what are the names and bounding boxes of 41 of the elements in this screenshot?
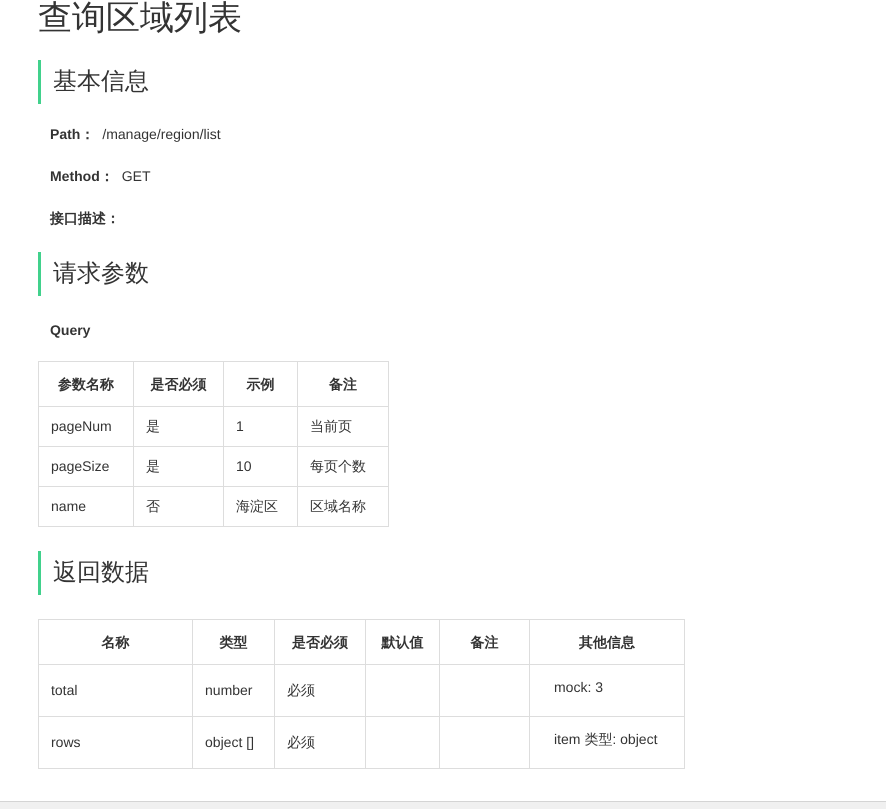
table-cell: 当前页 <box>298 406 388 446</box>
table-cell: 是 <box>134 446 224 486</box>
table-cell: total <box>38 664 192 716</box>
column-header: 备注 <box>440 620 530 664</box>
table-cell: 必须 <box>274 716 366 768</box>
table-cell: 否 <box>134 486 224 526</box>
column-header: 备注 <box>298 362 388 406</box>
field-label: Method： <box>50 167 114 186</box>
field-value: /manage/region/list <box>102 125 221 144</box>
table-cell: pageSize <box>38 446 134 486</box>
column-header: 是否必须 <box>134 362 224 406</box>
column-header: 参数名称 <box>38 362 134 406</box>
section-heading: 返回数据 <box>38 551 886 595</box>
horizontal-scrollbar[interactable] <box>0 801 886 809</box>
table-cell: 区域名称 <box>298 486 388 526</box>
field-label: 接口描述： <box>50 209 120 228</box>
table-cell: pageNum <box>38 406 134 446</box>
column-header: 名称 <box>38 620 192 664</box>
table-cell: rows <box>38 716 192 768</box>
column-header: 默认值 <box>366 620 440 664</box>
table-cell: name <box>38 486 134 526</box>
table-cell: mock: 3 <box>530 664 684 716</box>
table-cell: 1 <box>224 406 298 446</box>
table-cell: 10 <box>224 446 298 486</box>
column-header: 其他信息 <box>530 620 684 664</box>
table-cell: 是 <box>134 406 224 446</box>
table-cell: 每页个数 <box>298 446 388 486</box>
field-value: GET <box>122 167 151 186</box>
column-header: 类型 <box>192 620 274 664</box>
table-cell: number <box>192 664 274 716</box>
table-cell: item 类型: object <box>530 716 684 768</box>
section-heading: 基本信息 <box>38 60 886 104</box>
section-heading: 请求参数 <box>38 252 886 296</box>
page-title: 查询区域列表 <box>38 0 243 36</box>
field-label: Path： <box>50 125 94 144</box>
table-cell: 海淀区 <box>224 486 298 526</box>
subheading: Query <box>49 321 90 340</box>
column-header: 示例 <box>224 362 298 406</box>
column-header: 是否必须 <box>274 620 366 664</box>
table-cell: object [] <box>192 716 274 768</box>
table-cell: 必须 <box>274 664 366 716</box>
